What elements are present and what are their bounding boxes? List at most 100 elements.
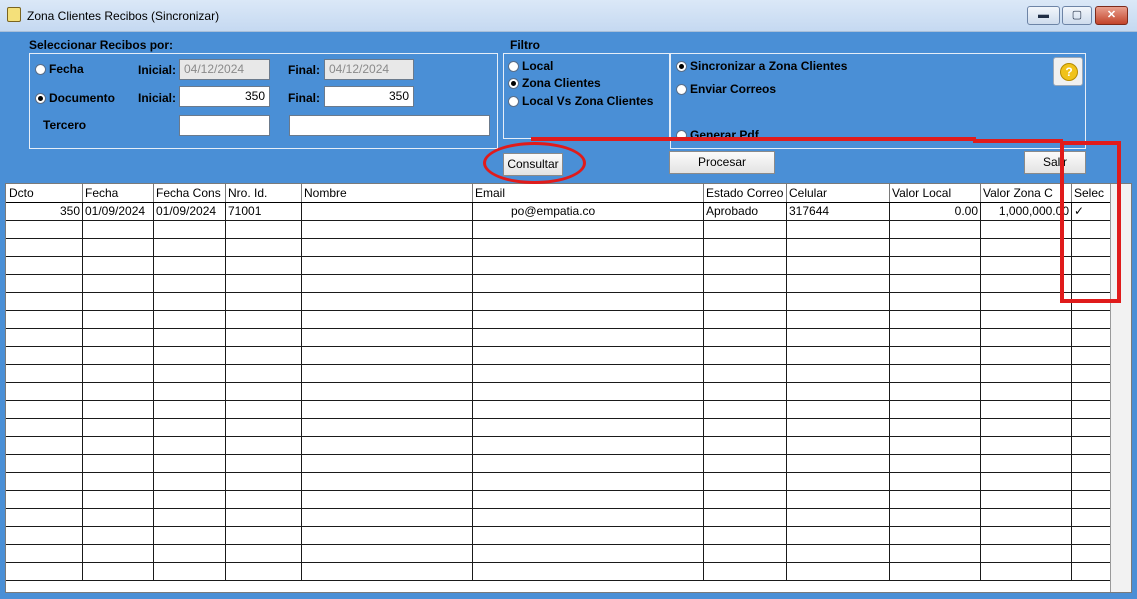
col-fecha-cell [83, 311, 154, 328]
col-selec-cell[interactable] [1072, 365, 1111, 382]
col-fecha-cell [83, 473, 154, 490]
col-selec-cell[interactable] [1072, 473, 1111, 490]
col-email-header[interactable]: Email [473, 184, 704, 202]
table-row[interactable] [6, 437, 1131, 455]
col-selec-cell[interactable] [1072, 527, 1111, 544]
table-row[interactable] [6, 239, 1131, 257]
col-valor-zona-header[interactable]: Valor Zona C [981, 184, 1072, 202]
filtro-local-radio[interactable] [508, 61, 519, 72]
col-fecha-cons-cell [154, 527, 226, 544]
recibos-grid[interactable]: Dcto Fecha Fecha Cons Nro. Id. Nombre Email Es… [5, 183, 1132, 593]
table-row[interactable] [6, 275, 1131, 293]
app-icon [7, 7, 21, 22]
col-email-cell [473, 257, 704, 274]
col-fecha-cons-cell [154, 365, 226, 382]
filtro-local-vs-zona-radio[interactable] [508, 96, 519, 107]
col-dcto-header[interactable]: Dcto [7, 184, 83, 202]
table-row[interactable] [6, 365, 1131, 383]
doc-final-input[interactable]: 350 [324, 86, 414, 107]
col-valor-local-cell [890, 491, 981, 508]
close-button[interactable]: ✕ [1095, 6, 1128, 25]
fecha-final-input[interactable]: 04/12/2024 [324, 59, 414, 80]
col-selec-cell[interactable] [1072, 491, 1111, 508]
col-valor-zona-cell [981, 311, 1072, 328]
col-valor-local-header[interactable]: Valor Local [890, 184, 981, 202]
col-selec-cell[interactable] [1072, 545, 1111, 562]
table-row[interactable] [6, 293, 1131, 311]
col-selec-cell[interactable] [1072, 329, 1111, 346]
col-selec-cell[interactable] [1072, 311, 1111, 328]
minimize-button[interactable]: ▬ [1027, 6, 1060, 25]
col-dcto-cell [7, 455, 83, 472]
enviar-correos-radio[interactable] [676, 84, 687, 95]
col-fecha-cons-header[interactable]: Fecha Cons [154, 184, 226, 202]
col-valor-zona-cell [981, 383, 1072, 400]
col-nro-id-cell [226, 491, 302, 508]
col-dcto-cell [7, 257, 83, 274]
table-row[interactable] [6, 329, 1131, 347]
col-valor-zona-cell [981, 401, 1072, 418]
col-celular-cell [787, 491, 890, 508]
table-row[interactable] [6, 311, 1131, 329]
col-nombre-header[interactable]: Nombre [302, 184, 473, 202]
table-row[interactable] [6, 455, 1131, 473]
col-selec-cell[interactable] [1072, 437, 1111, 454]
maximize-button[interactable]: ▢ [1062, 6, 1092, 25]
fecha-inicial-input[interactable]: 04/12/2024 [179, 59, 270, 80]
col-fecha-cons-cell [154, 455, 226, 472]
col-estado-correo-header[interactable]: Estado Correo [704, 184, 787, 202]
filtro-zona-radio[interactable] [508, 78, 519, 89]
table-row[interactable] [6, 473, 1131, 491]
table-row[interactable] [6, 509, 1131, 527]
col-email-cell [473, 401, 704, 418]
col-nro-id-cell: 71001 [226, 203, 302, 220]
col-fecha-cell [83, 509, 154, 526]
col-valor-zona-cell [981, 221, 1072, 238]
col-selec-cell[interactable] [1072, 563, 1111, 580]
col-celular-cell [787, 509, 890, 526]
col-selec-cell[interactable] [1072, 419, 1111, 436]
col-dcto-cell [7, 527, 83, 544]
col-fecha-cell [83, 527, 154, 544]
table-row[interactable] [6, 221, 1131, 239]
col-fecha-header[interactable]: Fecha [83, 184, 154, 202]
col-email-cell [473, 437, 704, 454]
table-row[interactable] [6, 383, 1131, 401]
col-nombre-cell [302, 311, 473, 328]
col-nombre-cell [302, 437, 473, 454]
col-celular-cell [787, 401, 890, 418]
help-button[interactable]: ? [1053, 57, 1083, 86]
col-valor-local-cell [890, 347, 981, 364]
table-row[interactable] [6, 401, 1131, 419]
table-row[interactable] [6, 563, 1131, 581]
table-row[interactable] [6, 257, 1131, 275]
table-row[interactable] [6, 545, 1131, 563]
col-selec-cell[interactable] [1072, 383, 1111, 400]
col-fecha-cell [83, 347, 154, 364]
documento-radio[interactable] [35, 93, 46, 104]
col-fecha-cell [83, 257, 154, 274]
col-nro-id-header[interactable]: Nro. Id. [226, 184, 302, 202]
sincronizar-radio[interactable] [676, 61, 687, 72]
col-nombre-cell [302, 401, 473, 418]
col-celular-cell [787, 419, 890, 436]
procesar-button[interactable]: Procesar [669, 151, 775, 174]
col-selec-cell[interactable] [1072, 347, 1111, 364]
col-selec-cell[interactable] [1072, 401, 1111, 418]
doc-final-label: Final: [288, 91, 320, 105]
table-row[interactable] [6, 347, 1131, 365]
col-celular-cell [787, 437, 890, 454]
table-row[interactable] [6, 419, 1131, 437]
doc-inicial-input[interactable]: 350 [179, 86, 270, 107]
table-row[interactable]: 350 01/09/2024 01/09/2024 71001 po@empatia.c… [6, 203, 1131, 221]
col-selec-cell[interactable] [1072, 509, 1111, 526]
tercero-nombre-input[interactable] [289, 115, 490, 136]
table-row[interactable] [6, 491, 1131, 509]
col-selec-cell[interactable] [1072, 455, 1111, 472]
table-row[interactable] [6, 527, 1131, 545]
tercero-id-input[interactable] [179, 115, 270, 136]
col-nro-id-cell [226, 437, 302, 454]
fecha-radio[interactable] [35, 64, 46, 75]
col-celular-header[interactable]: Celular [787, 184, 890, 202]
col-nro-id-cell [226, 419, 302, 436]
